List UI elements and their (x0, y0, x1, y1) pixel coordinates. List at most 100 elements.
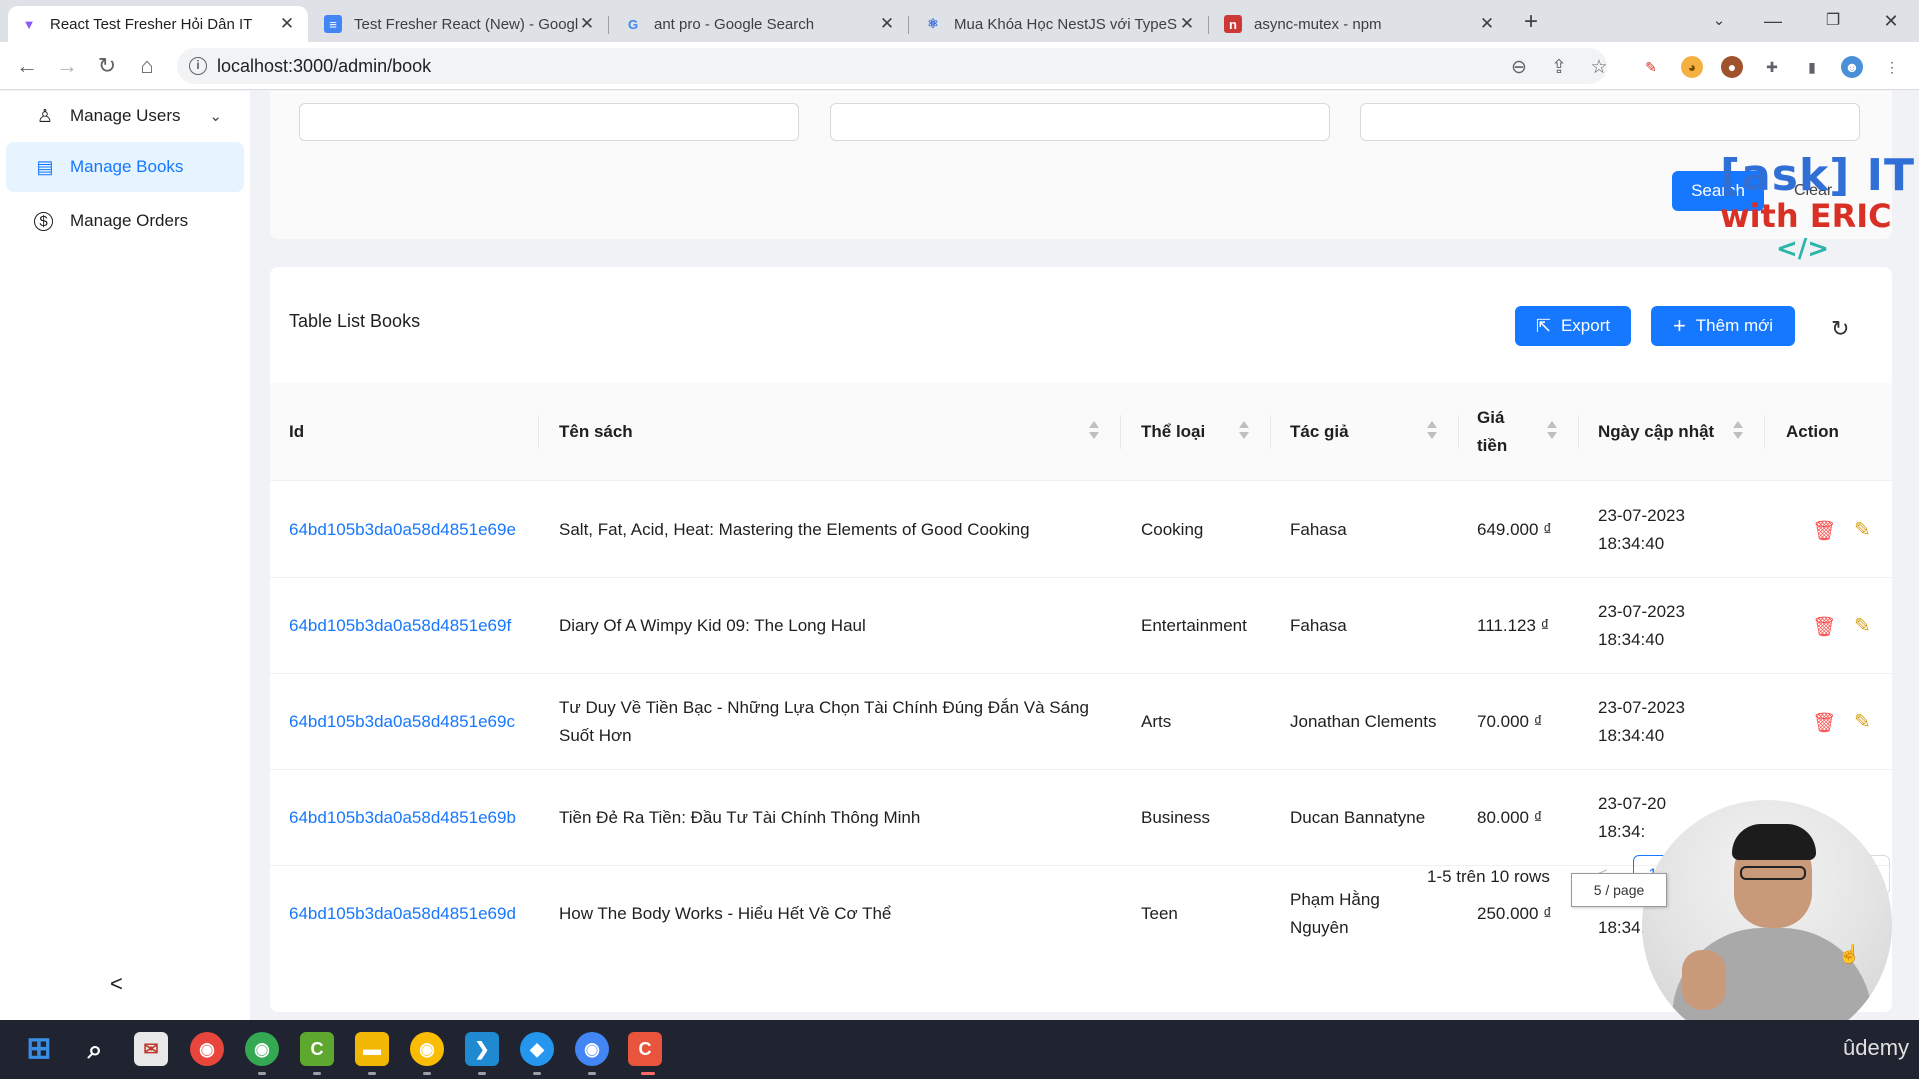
book-price: 111.123 ₫ (1477, 616, 1550, 635)
add-book-button[interactable]: + Thêm mới (1651, 306, 1795, 346)
zoom-icon[interactable]: ⊖ (1507, 56, 1531, 79)
export-button[interactable]: ⇱ Export (1515, 306, 1631, 346)
delete-icon[interactable]: 🗑 (1812, 519, 1836, 543)
npm-icon: n (1224, 15, 1242, 33)
book-category: Teen (1141, 904, 1178, 923)
profile-avatar-icon[interactable]: ☻ (1841, 56, 1863, 78)
sort-icon[interactable] (1238, 421, 1250, 443)
browser-menu-icon[interactable]: ⋮ (1881, 56, 1903, 78)
running-indicator (368, 1072, 376, 1075)
close-icon[interactable]: ✕ (878, 14, 896, 34)
sort-icon[interactable] (1732, 421, 1744, 443)
search-input-author[interactable] (830, 103, 1330, 141)
chrome-dev-icon[interactable]: ◉ (410, 1032, 444, 1066)
sort-icon[interactable] (1546, 421, 1558, 443)
column-header-author[interactable]: Tác giả (1290, 383, 1349, 481)
url-text[interactable]: localhost:3000/admin/book (217, 56, 431, 77)
sidebar-item-manage-orders[interactable]: $ Manage Orders (6, 196, 244, 246)
tab-search-icon[interactable]: ⌄ (1696, 6, 1742, 36)
sort-icon[interactable] (1088, 421, 1100, 443)
updated-time: 18:34:40 (1598, 534, 1665, 553)
presenter-hair (1732, 824, 1816, 860)
extensions-puzzle-icon[interactable]: ✚ (1761, 56, 1783, 78)
watermark-line-2: with ERIC (1720, 197, 1892, 235)
column-separator (1578, 415, 1579, 449)
book-author: Phạm Hằng Nguyên (1290, 890, 1380, 937)
info-icon[interactable]: i (189, 57, 207, 75)
browser-tab-react-test[interactable]: ▼ React Test Fresher Hỏi Dân IT ✕ (8, 6, 308, 42)
tab-title: React Test Fresher Hỏi Dân IT (50, 15, 253, 33)
book-category: Cooking (1141, 520, 1204, 539)
address-bar[interactable]: i localhost:3000/admin/book ⊖ ⇪ ☆ (177, 48, 1608, 84)
window-close-icon[interactable]: ✕ (1868, 6, 1914, 36)
sidebar-collapse-icon[interactable]: < (110, 971, 123, 997)
column-header-name[interactable]: Tên sách (559, 383, 633, 481)
sidebar-item-label: Manage Orders (70, 211, 189, 230)
close-icon[interactable]: ✕ (578, 14, 596, 34)
file-explorer-icon[interactable]: ▬ (355, 1032, 389, 1066)
sidebar-item-manage-books[interactable]: ▤ Manage Books (6, 142, 244, 192)
sidebar: ♙ Manage Users ⌄ ▤ Manage Books $ Manage… (0, 91, 250, 1020)
restore-icon[interactable]: ❐ (1810, 6, 1856, 36)
sidebar-item-manage-users[interactable]: ♙ Manage Users ⌄ (6, 91, 244, 141)
tab-separator (608, 16, 609, 34)
presenter-glasses (1740, 866, 1806, 880)
back-icon[interactable]: ← (12, 51, 42, 81)
browser-tab-bar: ▼ React Test Fresher Hỏi Dân IT ✕ ≡ Test… (0, 0, 1919, 42)
close-icon[interactable]: ✕ (1178, 14, 1196, 34)
recorder-icon[interactable]: C (628, 1032, 662, 1066)
fox-extension-icon[interactable]: ◕ (1681, 56, 1703, 78)
tab-title: Mua Khóa Học NestJS với TypeS (954, 15, 1177, 33)
column-header-price[interactable]: Giá tiền (1477, 383, 1507, 481)
search-input-name[interactable] (299, 103, 799, 141)
book-id-link[interactable]: 64bd105b3da0a58d4851e69d (289, 866, 516, 962)
minimize-icon[interactable]: — (1750, 6, 1796, 36)
book-id-link[interactable]: 64bd105b3da0a58d4851e69c (289, 674, 515, 770)
mouse-cursor-icon: ☝ (1838, 944, 1861, 964)
edit-icon[interactable]: ✎ (1854, 613, 1871, 638)
column-header-updated[interactable]: Ngày cập nhật (1598, 383, 1714, 481)
book-category: Business (1141, 808, 1210, 827)
book-id-link[interactable]: 64bd105b3da0a58d4851e69b (289, 770, 516, 866)
close-icon[interactable]: ✕ (1478, 14, 1496, 34)
home-icon[interactable]: ⌂ (132, 51, 162, 81)
windows-start-icon[interactable]: ⊞ (22, 1032, 56, 1066)
browser-tab-google-docs[interactable]: ≡ Test Fresher React (New) - Googl ✕ (312, 6, 608, 42)
chrome-beta-icon[interactable]: ◉ (575, 1032, 609, 1066)
sort-icon[interactable] (1426, 421, 1438, 443)
book-id-link[interactable]: 64bd105b3da0a58d4851e69f (289, 578, 511, 674)
bookmark-star-icon[interactable]: ☆ (1587, 56, 1611, 79)
side-panel-icon[interactable]: ▮ (1801, 56, 1823, 78)
delete-icon[interactable]: 🗑 (1812, 711, 1836, 735)
chrome-profile-icon[interactable]: ◉ (245, 1032, 279, 1066)
active-indicator (641, 1072, 655, 1075)
docs-icon: ≡ (324, 15, 342, 33)
mail-app-icon[interactable]: ✉ (134, 1032, 168, 1066)
cookie-extension-icon[interactable]: ● (1721, 56, 1743, 78)
docker-icon[interactable]: ◆ (520, 1032, 554, 1066)
book-id-link[interactable]: 64bd105b3da0a58d4851e69e (289, 482, 516, 578)
edit-icon[interactable]: ✎ (1854, 709, 1871, 734)
vscode-icon[interactable]: ❯ (465, 1032, 499, 1066)
browser-tab-nestjs[interactable]: ⚛ Mua Khóa Học NestJS với TypeS ✕ (912, 6, 1208, 42)
camtasia-icon[interactable]: C (300, 1032, 334, 1066)
running-indicator (258, 1072, 266, 1075)
book-name: Tư Duy Về Tiền Bạc - Những Lựa Chọn Tài … (559, 698, 1089, 745)
chrome-icon[interactable]: ◉ (190, 1032, 224, 1066)
new-tab-button[interactable]: + (1515, 8, 1547, 36)
close-icon[interactable]: ✕ (278, 14, 296, 34)
search-input-category[interactable] (1360, 103, 1860, 141)
browser-tab-npm[interactable]: n async-mutex - npm ✕ (1212, 6, 1508, 42)
tab-title: ant pro - Google Search (654, 15, 815, 33)
search-icon[interactable]: ⌕ (78, 1032, 112, 1066)
udemy-logo: ûdemy (1843, 1035, 1910, 1060)
share-icon[interactable]: ⇪ (1547, 56, 1571, 79)
reload-icon[interactable]: ↻ (92, 51, 122, 81)
reload-table-icon[interactable]: ↻ (1831, 316, 1849, 342)
browser-tab-google-search[interactable]: G ant pro - Google Search ✕ (612, 6, 908, 42)
edit-icon[interactable]: ✎ (1854, 517, 1871, 542)
column-header-category[interactable]: Thể loại (1141, 383, 1205, 481)
pen-extension-icon[interactable]: ✎ (1640, 56, 1662, 78)
forward-icon[interactable]: → (52, 51, 82, 81)
delete-icon[interactable]: 🗑 (1812, 615, 1836, 639)
